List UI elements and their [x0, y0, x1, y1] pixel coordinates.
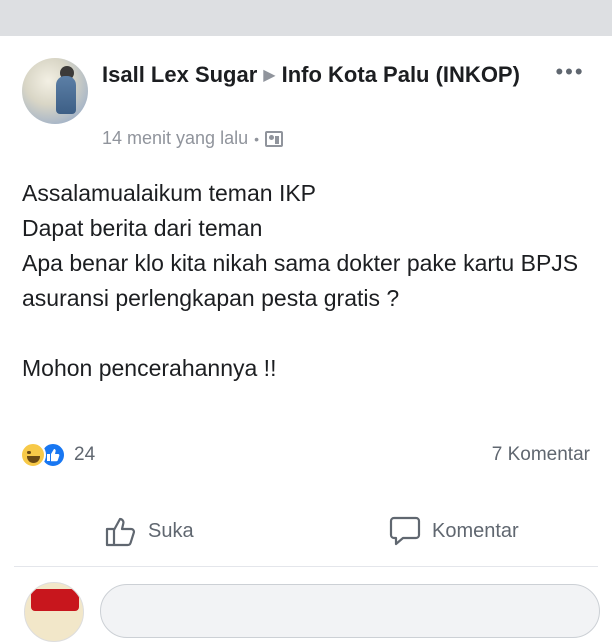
like-label: Suka — [148, 519, 194, 542]
post-title: Isall Lex Sugar ▶ Info Kota Palu (INKOP) — [102, 60, 532, 90]
group-name[interactable]: Info Kota Palu (INKOP) — [282, 62, 520, 87]
comment-button[interactable]: Komentar — [388, 504, 519, 558]
body-line: Assalamualaikum teman IKP — [22, 180, 317, 206]
post-timestamp[interactable]: 14 menit yang lalu — [102, 128, 248, 149]
meta-separator: • — [254, 130, 259, 147]
post-meta: 14 menit yang lalu • — [102, 128, 283, 149]
post-action-bar: Suka Komentar — [0, 504, 612, 558]
reaction-count: 24 — [74, 444, 96, 465]
thumbs-up-icon — [105, 517, 136, 547]
composer-divider — [14, 566, 598, 567]
haha-reaction-icon — [20, 442, 46, 468]
like-button[interactable]: Suka — [104, 504, 194, 558]
avatar-badge — [31, 589, 79, 611]
avatar-figure — [56, 76, 76, 114]
comment-icon — [389, 516, 421, 546]
comment-label: Komentar — [432, 519, 519, 542]
post-body: Assalamualaikum teman IKP Dapat berita d… — [22, 176, 592, 386]
body-line: Dapat berita dari teman — [22, 215, 263, 241]
post-header: Isall Lex Sugar ▶ Info Kota Palu (INKOP) 1… — [22, 56, 602, 156]
comment-count-link[interactable]: 7 Komentar — [492, 444, 590, 466]
feed-divider — [0, 0, 612, 36]
viewer-avatar — [24, 582, 84, 642]
body-line — [22, 316, 592, 351]
author-avatar[interactable] — [22, 58, 88, 124]
arrow-right-icon: ▶ — [263, 67, 276, 84]
comment-input[interactable] — [100, 584, 600, 638]
body-line: Mohon pencerahannya !! — [22, 355, 277, 381]
author-name[interactable]: Isall Lex Sugar — [102, 62, 257, 87]
more-icon: ••• — [555, 59, 585, 84]
post-card: Isall Lex Sugar ▶ Info Kota Palu (INKOP) 1… — [0, 36, 612, 642]
reaction-summary[interactable]: 24 — [20, 440, 95, 470]
audience-icon[interactable] — [265, 130, 283, 147]
more-options-button[interactable]: ••• — [550, 60, 590, 84]
body-line: Apa benar klo kita nikah sama dokter pak… — [22, 250, 579, 311]
